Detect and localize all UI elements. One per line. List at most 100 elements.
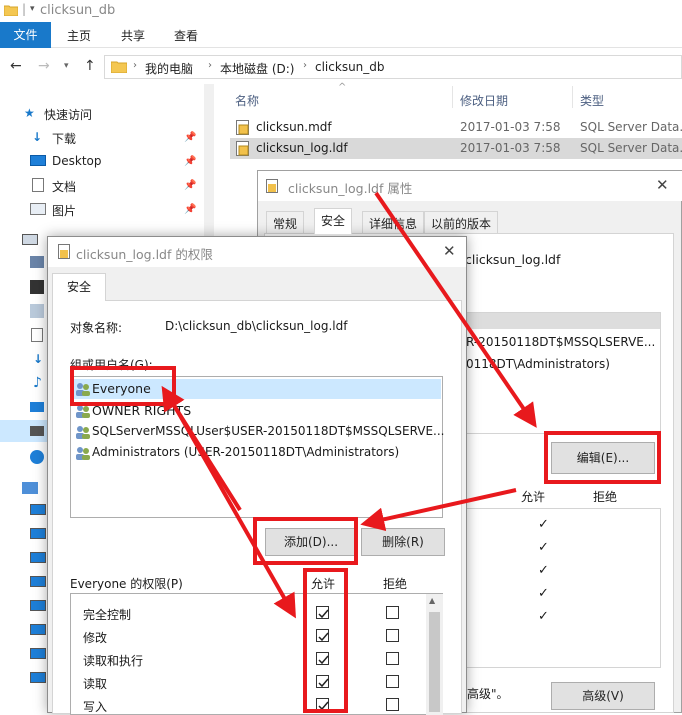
back-arrow-icon[interactable]: ← (10, 58, 22, 74)
file-name: clicksun.mdf (256, 120, 332, 134)
document-icon (31, 328, 43, 342)
file-icon (58, 244, 70, 259)
computer-icon (30, 672, 46, 683)
column-type[interactable]: 类型 (580, 92, 604, 109)
annotation-box-allow-column (303, 568, 348, 713)
nav-item-downloads[interactable]: 下载 (52, 130, 76, 147)
permissions-titlebar: clicksun_log.ldf 的权限 ✕ (48, 237, 466, 267)
chevron-down-icon[interactable]: ▾ (30, 4, 35, 14)
computer-icon (30, 648, 46, 659)
perm-name: 读取 (83, 677, 108, 691)
annotation-box-edit (544, 431, 661, 484)
quick-access-toolbar-icon[interactable]: | (22, 2, 26, 16)
permissions-title: clicksun_log.ldf 的权限 (76, 247, 213, 262)
forward-arrow-icon[interactable]: → (38, 58, 50, 74)
breadcrumb-my-computer[interactable]: 我的电脑 (145, 60, 193, 77)
check-icon: ✓ (538, 609, 549, 624)
tab-previous-versions[interactable]: 以前的版本 (424, 211, 499, 233)
scroll-up-icon[interactable]: ▲ (429, 596, 435, 605)
file-name: clicksun_log.ldf (256, 141, 348, 155)
properties-titlebar: clicksun_log.ldf 属性 ✕ (258, 171, 682, 201)
group-item[interactable]: R-20150118DT$MSSQLSERVE... (466, 335, 655, 349)
column-name[interactable]: 名称 (235, 92, 259, 109)
users-icon (75, 425, 91, 439)
nav-quick-access[interactable]: 快速访问 (44, 106, 92, 123)
tab-view[interactable]: 查看 (174, 27, 198, 44)
tab-security[interactable]: 安全 (314, 208, 353, 234)
group-list[interactable]: R-20150118DT$MSSQLSERVE... 0118DT\Admini… (461, 312, 661, 434)
close-icon[interactable]: ✕ (443, 242, 456, 260)
pictures-icon (30, 203, 46, 215)
nav-item-pictures[interactable]: 图片 (52, 202, 76, 219)
annotation-box-add (253, 517, 358, 565)
advanced-button[interactable]: 高级(V) (551, 682, 655, 710)
breadcrumb-chevron-icon[interactable]: › (208, 60, 212, 71)
pin-icon[interactable]: 📌 (184, 204, 196, 215)
column-divider[interactable] (452, 86, 453, 108)
check-icon: ✓ (538, 586, 549, 601)
column-modified[interactable]: 修改日期 (460, 92, 508, 109)
deny-checkbox[interactable] (386, 629, 399, 642)
perm-name: 读取和执行 (83, 654, 144, 668)
drive-icon (30, 426, 44, 436)
user-name: Administrators (USER-20150118DT\Administ… (92, 445, 400, 459)
address-bar[interactable]: › 我的电脑 › 本地磁盘 (D:) › clicksun_db (104, 55, 682, 79)
tab-security[interactable]: 安全 (52, 273, 106, 301)
file-date: 2017-01-03 7:58 (460, 120, 561, 134)
breadcrumb-clicksun-db[interactable]: clicksun_db (315, 60, 385, 74)
tab-general[interactable]: 常规 (266, 211, 305, 233)
deny-checkbox[interactable] (386, 652, 399, 665)
object-icon (30, 256, 44, 268)
object-name-value: clicksun_log.ldf (465, 252, 561, 267)
dvd-drive-icon (30, 450, 44, 464)
permissions-scrollbar[interactable]: ▲ (426, 594, 443, 715)
column-divider[interactable] (572, 86, 573, 108)
check-icon: ✓ (538, 563, 549, 578)
nav-item-desktop[interactable]: Desktop (52, 154, 102, 168)
deny-checkbox[interactable] (386, 606, 399, 619)
perm-name: 完全控制 (83, 608, 132, 622)
check-icon: ✓ (538, 517, 549, 532)
recent-chevron-icon[interactable]: ▾ (64, 61, 69, 71)
folder-icon (4, 4, 18, 16)
download-icon: ↓ (33, 352, 44, 366)
perm-name: 写入 (83, 700, 108, 714)
advanced-hint: 高级"。 (467, 687, 509, 701)
tab-file[interactable]: 文件 (0, 22, 51, 48)
close-icon[interactable]: ✕ (656, 176, 669, 194)
group-item[interactable]: 0118DT\Administrators) (466, 357, 610, 371)
pin-icon[interactable]: 📌 (184, 156, 196, 167)
permissions-label: Everyone 的权限(P) (70, 577, 183, 591)
breadcrumb-drive-d[interactable]: 本地磁盘 (D:) (220, 60, 294, 77)
deny-header: 拒绝 (383, 577, 408, 591)
list-header (462, 313, 660, 329)
breadcrumb-chevron-icon[interactable]: › (303, 60, 307, 71)
file-type: SQL Server Data... (580, 141, 682, 155)
pin-icon[interactable]: 📌 (184, 180, 196, 191)
deny-checkbox[interactable] (386, 698, 399, 711)
tab-home[interactable]: 主页 (67, 27, 91, 44)
file-row[interactable]: clicksun.mdf 2017-01-03 7:58 SQL Server … (230, 117, 682, 138)
file-icon (266, 179, 278, 193)
up-arrow-icon[interactable]: ↑ (84, 58, 96, 74)
video-icon (30, 280, 44, 294)
scroll-thumb[interactable] (429, 612, 440, 712)
deny-checkbox[interactable] (386, 675, 399, 688)
remove-button[interactable]: 删除(R) (361, 528, 445, 556)
pictures-icon (30, 304, 44, 318)
database-file-icon (236, 120, 250, 135)
download-icon: ↓ (32, 130, 43, 144)
tab-details[interactable]: 详细信息 (362, 211, 425, 233)
nav-item-documents[interactable]: 文档 (52, 178, 76, 195)
allow-header: 允许 (521, 490, 546, 504)
file-row-selected[interactable]: clicksun_log.ldf 2017-01-03 7:58 SQL Ser… (230, 138, 682, 159)
desktop-icon (30, 155, 46, 166)
pin-icon[interactable]: 📌 (184, 132, 196, 143)
deny-header: 拒绝 (593, 490, 618, 504)
users-icon (75, 404, 91, 418)
computer-icon (30, 600, 46, 611)
breadcrumb-chevron-icon[interactable]: › (133, 60, 137, 71)
tab-share[interactable]: 共享 (121, 27, 145, 44)
annotation-box-everyone (70, 366, 176, 406)
document-icon (32, 178, 44, 192)
